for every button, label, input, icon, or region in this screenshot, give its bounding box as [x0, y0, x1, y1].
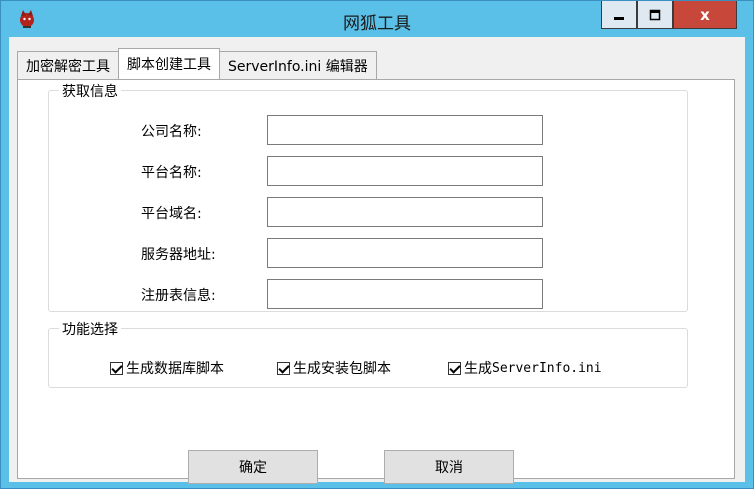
- info-group-title: 获取信息: [59, 81, 121, 101]
- checkbox-checked-icon: [277, 361, 290, 375]
- platform-domain-input[interactable]: [267, 197, 543, 227]
- tab-encrypt-decrypt[interactable]: 加密解密工具: [17, 51, 119, 79]
- company-name-label: 公司名称:: [141, 124, 202, 140]
- gen-serverinfo-label-prefix: 生成: [464, 361, 492, 377]
- close-button[interactable]: x: [673, 1, 737, 29]
- tab-script-creator[interactable]: 脚本创建工具: [118, 48, 220, 79]
- tab-serverinfo-editor[interactable]: ServerInfo.ini 编辑器: [219, 51, 377, 79]
- cancel-button[interactable]: 取消: [384, 450, 514, 484]
- script-creator-panel: 获取信息 公司名称: 平台名称: 平台域名: 服务器地址: 注册表信息: 功能选…: [17, 79, 735, 484]
- ok-button[interactable]: 确定: [188, 450, 318, 484]
- title-bar[interactable]: 网狐工具 x: [1, 1, 753, 37]
- registry-info-input[interactable]: [267, 279, 543, 309]
- gen-installer-script-label: 生成安装包脚本: [293, 361, 391, 377]
- app-window: 网狐工具 x 加密解密工具 脚本创建工具 ServerInfo.ini 编辑器 …: [0, 0, 754, 489]
- gen-db-script-label: 生成数据库脚本: [126, 361, 224, 377]
- platform-name-input[interactable]: [267, 156, 543, 186]
- checkbox-checked-icon: [110, 361, 123, 375]
- minimize-button[interactable]: [601, 1, 637, 29]
- gen-installer-script-checkbox[interactable]: 生成安装包脚本: [277, 358, 391, 378]
- dialog-client: 加密解密工具 脚本创建工具 ServerInfo.ini 编辑器 获取信息 公司…: [9, 37, 745, 484]
- maximize-button[interactable]: [637, 1, 673, 29]
- close-icon: x: [700, 5, 710, 24]
- maximize-icon: [649, 9, 661, 20]
- server-address-input[interactable]: [267, 238, 543, 268]
- minimize-icon: [614, 16, 624, 20]
- platform-name-label: 平台名称:: [141, 165, 202, 181]
- platform-domain-label: 平台域名:: [141, 206, 202, 222]
- gen-serverinfo-label-suffix: ServerInfo.ini: [492, 360, 602, 376]
- registry-info-label: 注册表信息:: [141, 288, 216, 304]
- gen-db-script-checkbox[interactable]: 生成数据库脚本: [110, 358, 224, 378]
- gen-serverinfo-checkbox[interactable]: 生成 ServerInfo.ini: [448, 358, 602, 378]
- tab-strip: 加密解密工具 脚本创建工具 ServerInfo.ini 编辑器: [17, 48, 377, 79]
- function-group-title: 功能选择: [59, 319, 121, 339]
- company-name-input[interactable]: [267, 115, 543, 145]
- checkbox-checked-icon: [448, 361, 461, 375]
- server-address-label: 服务器地址:: [141, 247, 216, 263]
